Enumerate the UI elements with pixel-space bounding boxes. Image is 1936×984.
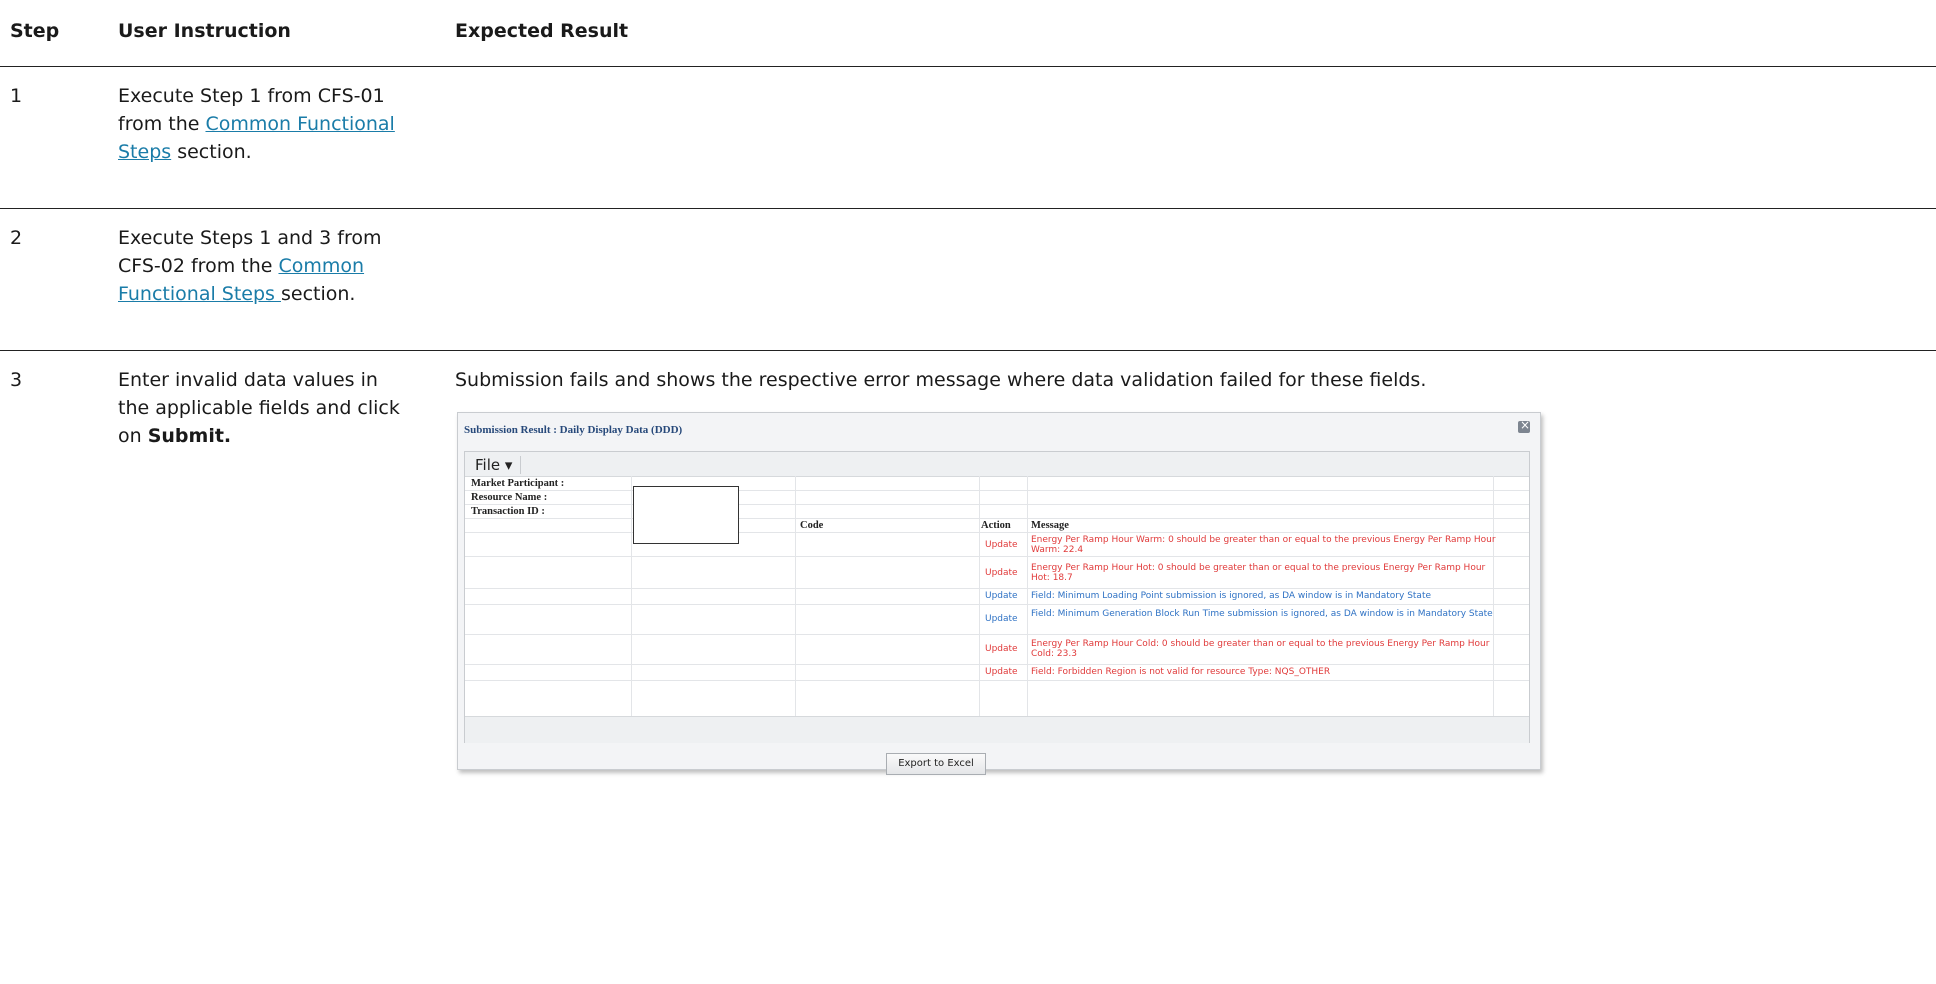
- row-2-text: CFS-02 from the: [118, 255, 279, 277]
- grid-line: [465, 634, 1529, 635]
- divider: [0, 66, 1936, 67]
- message-row: Update Energy Per Ramp Hour Cold: 0 shou…: [985, 638, 1505, 660]
- grid-line: [465, 532, 1529, 533]
- header-expected: Expected Result: [455, 20, 629, 42]
- row-2-step: 2: [10, 227, 23, 249]
- action-value: Update: [985, 540, 1018, 550]
- divider: [0, 208, 1936, 209]
- message-row: Update Field: Minimum Loading Point subm…: [985, 591, 1505, 603]
- row-1-step: 1: [10, 85, 23, 107]
- grid-line: [465, 556, 1529, 557]
- row-1-instruction: Execute Step 1 from CFS-01 from the Comm…: [118, 82, 438, 166]
- message-text: Field: Minimum Generation Block Run Time…: [1031, 609, 1493, 619]
- result-panel: File ▾ Market Participant : Resource Nam…: [464, 451, 1530, 743]
- close-icon[interactable]: [1518, 418, 1530, 433]
- row-2-line: Execute Steps 1 and 3 from: [118, 227, 382, 249]
- divider: [0, 350, 1936, 351]
- submission-result-window: Submission Result : Daily Display Data (…: [457, 412, 1541, 775]
- action-value: Update: [985, 644, 1018, 654]
- redacted-box: [633, 486, 739, 544]
- grid-line: [465, 588, 1529, 589]
- row-3-line: Enter invalid data values in: [118, 369, 378, 391]
- common-functional-steps-link-2-cont[interactable]: Functional Steps: [118, 283, 281, 305]
- message-column-header: Message: [1031, 520, 1069, 531]
- resource-name-label: Resource Name :: [471, 492, 548, 503]
- grid-line: [465, 504, 1529, 505]
- message-text: Energy Per Ramp Hour Cold: 0 should be g…: [1031, 639, 1490, 659]
- row-2-instruction: Execute Steps 1 and 3 from CFS-02 from t…: [118, 224, 438, 308]
- common-functional-steps-link-2[interactable]: Common: [278, 255, 364, 277]
- grid-line: [465, 604, 1529, 605]
- message-text: Energy Per Ramp Hour Hot: 0 should be gr…: [1031, 563, 1486, 583]
- action-value: Update: [985, 591, 1018, 601]
- header-instruction: User Instruction: [118, 20, 291, 42]
- result-grid: Market Participant : Resource Name : Tra…: [465, 476, 1529, 716]
- file-toolbar: File ▾: [465, 452, 1529, 477]
- message-text: Field: Forbidden Region is not valid for…: [1031, 667, 1331, 677]
- panel-footer: [465, 716, 1529, 743]
- grid-line: [465, 664, 1529, 665]
- action-value: Update: [985, 614, 1018, 624]
- action-value: Update: [985, 667, 1018, 677]
- common-functional-steps-link[interactable]: Common Functional: [205, 113, 394, 135]
- message-text: Field: Minimum Loading Point submission …: [1031, 591, 1432, 601]
- row-3-instruction: Enter invalid data values in the applica…: [118, 366, 448, 450]
- grid-line: [465, 680, 1529, 681]
- transaction-id-label: Transaction ID :: [471, 506, 545, 517]
- message-row: Update Energy Per Ramp Hour Warm: 0 shou…: [985, 534, 1505, 556]
- grid-line: [465, 490, 1529, 491]
- common-functional-steps-link-cont[interactable]: Steps: [118, 141, 171, 163]
- row-1-text: from the: [118, 113, 206, 135]
- row-3-step: 3: [10, 369, 23, 391]
- window-title: Submission Result : Daily Display Data (…: [464, 424, 683, 436]
- action-value: Update: [985, 568, 1018, 578]
- row-3-text: on: [118, 425, 148, 447]
- file-menu[interactable]: File ▾: [475, 456, 522, 474]
- row-3-expected: Submission fails and shows the respectiv…: [455, 369, 1427, 391]
- row-2-text-end: section.: [280, 283, 356, 305]
- export-to-excel-button[interactable]: Export to Excel: [886, 753, 986, 775]
- grid-line: [465, 518, 1529, 519]
- message-row: Update Field: Forbidden Region is not va…: [985, 667, 1505, 679]
- message-row: Update Energy Per Ramp Hour Hot: 0 shoul…: [985, 562, 1505, 584]
- row-3-line: the applicable fields and click: [118, 397, 400, 419]
- row-1-text-end: section.: [171, 141, 252, 163]
- message-row: Update Field: Minimum Generation Block R…: [985, 608, 1505, 630]
- row-1-line: Execute Step 1 from CFS-01: [118, 85, 385, 107]
- action-column-header: Action: [981, 520, 1011, 531]
- header-step: Step: [10, 20, 60, 42]
- market-participant-label: Market Participant :: [471, 478, 565, 489]
- message-text: Energy Per Ramp Hour Warm: 0 should be g…: [1031, 535, 1496, 555]
- submit-keyword: Submit.: [147, 425, 232, 447]
- code-column-header: Code: [800, 520, 824, 531]
